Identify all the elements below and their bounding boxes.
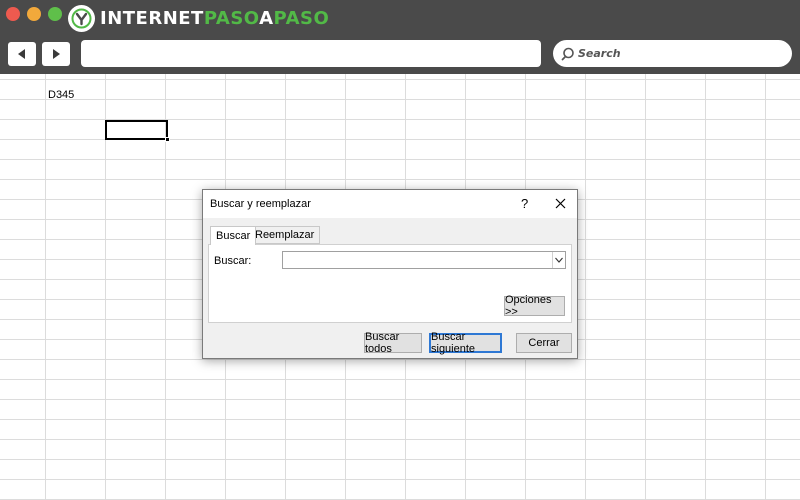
find-label: Buscar: xyxy=(214,255,252,267)
browser-titlebar: INTERNETPASOAPASO xyxy=(0,0,800,36)
chevron-down-icon xyxy=(555,257,563,263)
close-icon xyxy=(555,198,565,208)
tab-reemplazar[interactable]: Reemplazar xyxy=(249,226,321,244)
forward-button[interactable] xyxy=(42,42,70,66)
window-maximize-button[interactable] xyxy=(48,7,62,21)
site-logo: INTERNETPASOAPASO xyxy=(68,4,329,32)
find-all-button[interactable]: Buscar todos xyxy=(364,331,422,355)
search-input[interactable]: Search xyxy=(553,40,792,67)
dialog-title: Buscar y reemplazar xyxy=(210,198,311,210)
help-button[interactable]: ? xyxy=(521,196,528,211)
address-bar[interactable] xyxy=(81,40,541,67)
fill-handle[interactable] xyxy=(165,137,170,142)
window-close-button[interactable] xyxy=(6,7,20,21)
cell-content[interactable]: D345 xyxy=(48,89,74,101)
find-input[interactable] xyxy=(282,251,566,269)
selected-cell[interactable] xyxy=(105,120,170,142)
dialog-close-button[interactable] xyxy=(551,193,569,213)
arrow-left-icon xyxy=(18,49,25,59)
find-next-button[interactable]: Buscar siguiente xyxy=(429,331,502,355)
window-minimize-button[interactable] xyxy=(27,7,41,21)
browser-toolbar: Search xyxy=(0,36,800,74)
options-button[interactable]: Opciones >> xyxy=(504,294,565,318)
find-replace-dialog: Buscar y reemplazar ? Buscar Reemplazar … xyxy=(202,189,578,359)
back-button[interactable] xyxy=(8,42,36,66)
logo-text: INTERNETPASOAPASO xyxy=(100,7,330,29)
search-icon xyxy=(561,47,574,60)
search-placeholder: Search xyxy=(578,47,621,60)
find-dropdown-button[interactable] xyxy=(552,252,565,268)
close-button[interactable]: Cerrar xyxy=(516,333,572,353)
logo-icon xyxy=(68,4,95,32)
tab-buscar[interactable]: Buscar xyxy=(210,226,257,245)
arrow-right-icon xyxy=(53,49,60,59)
dialog-titlebar: Buscar y reemplazar ? xyxy=(203,190,577,218)
